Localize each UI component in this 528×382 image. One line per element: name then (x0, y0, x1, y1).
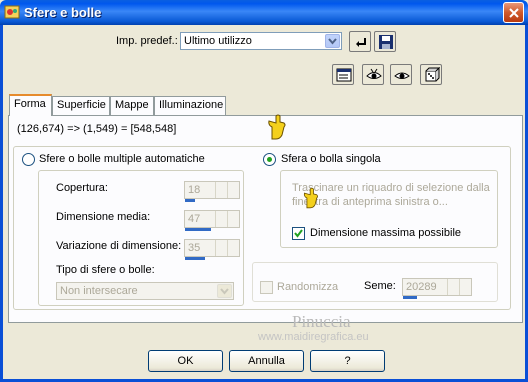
chevron-down-icon[interactable] (215, 182, 227, 198)
max-size-label: Dimensione massima possibile (310, 227, 462, 239)
help-button[interactable]: ? (310, 350, 385, 372)
type-select[interactable]: Non intersecare (56, 282, 234, 300)
checkmark-icon (294, 229, 303, 238)
type-value: Non intersecare (60, 285, 138, 297)
type-label: Tipo di sfere o bolle: (56, 264, 155, 276)
watermark-name: Pinuccia (292, 312, 351, 331)
window-title: Sfere e bolle (24, 5, 102, 20)
dice-icon (425, 67, 440, 82)
reset-preset-button[interactable] (349, 31, 371, 52)
preview-options-button[interactable] (332, 64, 354, 85)
chevron-down-icon[interactable] (215, 211, 227, 227)
eye-icon (394, 72, 410, 79)
coverage-value: 18 (188, 184, 201, 196)
radio-selected-dot (267, 157, 272, 162)
avg-size-slider[interactable] (185, 228, 211, 231)
chevron-down-icon[interactable] (325, 34, 340, 48)
chevron-down-icon[interactable] (215, 240, 227, 256)
selection-hint-line1: Trascinare un riquadro di selezione dall… (292, 182, 490, 194)
close-icon (509, 8, 519, 18)
proof-button[interactable] (362, 64, 384, 85)
chevron-down-icon[interactable] (459, 279, 471, 295)
seed-slider[interactable] (403, 296, 417, 299)
avg-size-spinner[interactable]: 47 (184, 210, 240, 231)
single-radio[interactable] (263, 153, 276, 166)
single-radio-label: Sfera o bolla singola (281, 153, 381, 165)
seed-label: Seme: (364, 280, 396, 292)
cancel-button[interactable]: Annulla (229, 350, 304, 372)
coverage-spinner[interactable]: 18 (184, 181, 240, 202)
tab-mappe[interactable]: Mappe (110, 96, 154, 115)
eye-proof-icon (366, 68, 382, 79)
seed-value: 20289 (406, 281, 437, 293)
coords-readout: (126,674) => (1,549) = [548,548] (17, 123, 177, 135)
preset-select[interactable]: Ultimo utilizzo (180, 32, 342, 50)
coverage-slider[interactable] (185, 199, 195, 202)
seed-spinner[interactable]: 20289 (402, 278, 472, 299)
coverage-label: Copertura: (56, 182, 108, 194)
variation-value: 35 (188, 242, 201, 254)
pointer-hand-icon (266, 113, 288, 144)
auto-radio[interactable] (22, 153, 35, 166)
chevron-down-icon[interactable] (227, 182, 239, 198)
tab-forma[interactable]: Forma (9, 94, 52, 116)
variation-spinner[interactable]: 35 (184, 239, 240, 260)
watermark-url: www.maidiregrafica.eu (258, 331, 369, 343)
randomize-button[interactable] (420, 64, 442, 85)
variation-label: Variazione di dimensione: (56, 240, 182, 252)
variation-slider[interactable] (185, 257, 205, 260)
auto-proof-button[interactable] (390, 64, 412, 85)
floppy-icon (379, 35, 393, 49)
randomize-checkbox[interactable] (260, 281, 273, 294)
avg-size-value: 47 (188, 213, 201, 225)
chevron-down-icon[interactable] (217, 284, 232, 298)
pointer-hand-icon (302, 186, 320, 213)
randomize-label: Randomizza (277, 281, 339, 293)
preset-value: Ultimo utilizzo (184, 35, 252, 47)
chevron-down-icon[interactable] (447, 279, 459, 295)
title-bar[interactable]: Sfere e bolle (0, 0, 528, 25)
tab-superficie[interactable]: Superficie (52, 96, 110, 115)
preset-label: Imp. predef.: (116, 35, 178, 47)
close-button[interactable] (503, 2, 524, 23)
chevron-down-icon[interactable] (227, 240, 239, 256)
ok-button[interactable]: OK (148, 350, 223, 372)
app-icon (4, 4, 20, 20)
auto-radio-label: Sfere o bolle multiple automatiche (39, 153, 205, 165)
max-size-checkbox[interactable] (292, 227, 305, 240)
avg-size-label: Dimensione media: (56, 211, 151, 223)
chevron-down-icon[interactable] (227, 211, 239, 227)
undo-arrow-icon (356, 38, 366, 47)
tab-illuminazione[interactable]: Illuminazione (154, 96, 226, 115)
save-preset-button[interactable] (374, 31, 396, 52)
window-panel-icon (336, 68, 352, 82)
